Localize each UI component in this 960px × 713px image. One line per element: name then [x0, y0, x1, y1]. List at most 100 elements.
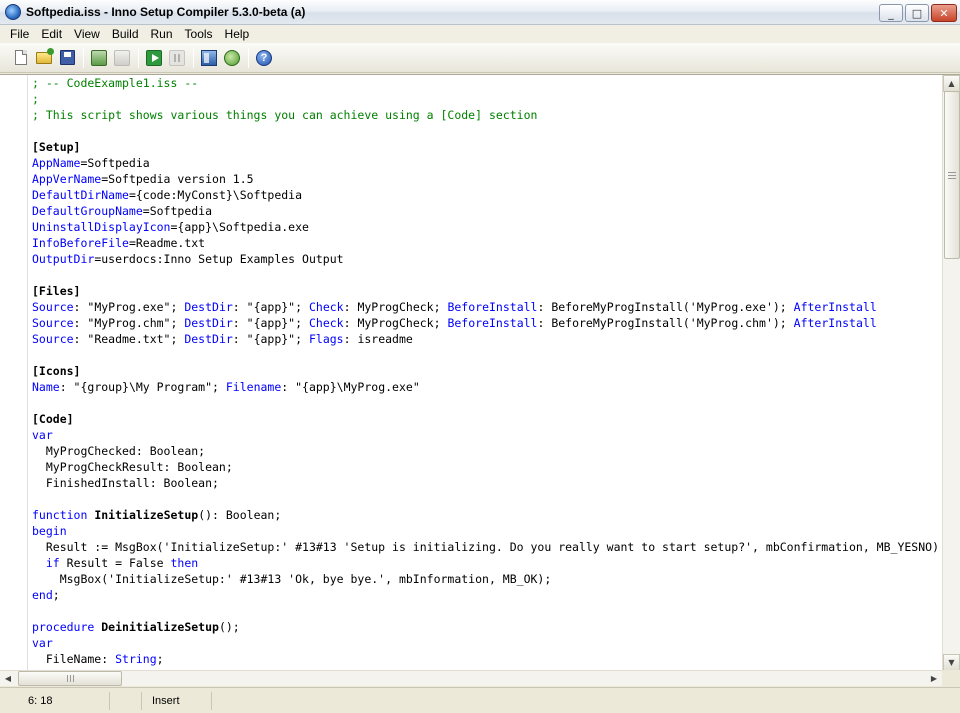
code-token: ();	[218, 620, 240, 634]
code-line[interactable]: begin	[32, 523, 938, 539]
target-setup-button[interactable]	[198, 47, 220, 69]
code-line[interactable]: MsgBox('InitializeSetup:' #13#13 'Ok, by…	[32, 571, 938, 587]
menu-edit[interactable]: Edit	[35, 25, 68, 43]
code-line[interactable]: [Files]	[32, 283, 938, 299]
scroll-down-button[interactable]: ▼	[943, 654, 960, 671]
help-button[interactable]: ?	[253, 47, 275, 69]
code-line[interactable]: [Code]	[32, 411, 938, 427]
code-line[interactable]: DefaultGroupName=Softpedia	[32, 203, 938, 219]
code-line[interactable]	[32, 267, 938, 283]
uninstall-button[interactable]	[221, 47, 243, 69]
compile-button[interactable]	[88, 47, 110, 69]
minimize-button[interactable]: _	[879, 4, 903, 22]
code-text-area[interactable]: ; -- CodeExample1.iss --; ; This script s…	[32, 75, 938, 671]
title-bar[interactable]: Softpedia.iss - Inno Setup Compiler 5.3.…	[0, 0, 960, 25]
run-button[interactable]	[143, 47, 165, 69]
code-token: DefaultGroupName	[32, 204, 143, 218]
code-line[interactable]: Source: "Readme.txt"; DestDir: "{app}"; …	[32, 331, 938, 347]
code-line[interactable]: Result := MsgBox('InitializeSetup:' #13#…	[32, 539, 938, 555]
menu-view[interactable]: View	[68, 25, 106, 43]
scroll-left-button[interactable]: ◀	[0, 671, 16, 686]
code-line[interactable]: FileName: String;	[32, 651, 938, 667]
code-token: Name	[32, 380, 60, 394]
code-line[interactable]: Source: "MyProg.exe"; DestDir: "{app}"; …	[32, 299, 938, 315]
code-line[interactable]: OutputDir=userdocs:Inno Setup Examples O…	[32, 251, 938, 267]
code-line[interactable]: end;	[32, 587, 938, 603]
code-line[interactable]	[32, 491, 938, 507]
code-token: Source	[32, 332, 74, 346]
code-line[interactable]: Source: "MyProg.chm"; DestDir: "{app}"; …	[32, 315, 938, 331]
code-line[interactable]: [Setup]	[32, 139, 938, 155]
code-line[interactable]: ; -- CodeExample1.iss --	[32, 75, 938, 91]
code-line[interactable]: UninstallDisplayIcon={app}\Softpedia.exe	[32, 219, 938, 235]
code-line[interactable]: ;	[32, 91, 938, 107]
code-line[interactable]: Name: "{group}\My Program"; Filename: "{…	[32, 379, 938, 395]
new-button[interactable]	[10, 47, 32, 69]
app-icon[interactable]	[5, 4, 21, 20]
close-button[interactable]: ✕	[931, 4, 957, 22]
stop-compile-button[interactable]	[111, 47, 133, 69]
code-token: ;	[32, 92, 39, 106]
code-line[interactable]: if Result = False then	[32, 555, 938, 571]
code-line[interactable]	[32, 603, 938, 619]
menu-run[interactable]: Run	[145, 25, 179, 43]
cursor-position: 6: 18	[0, 691, 110, 710]
window-controls: _ □ ✕	[879, 4, 957, 22]
code-line[interactable]	[32, 123, 938, 139]
vertical-scrollbar[interactable]: ▲ ▼	[942, 75, 960, 671]
code-line[interactable]: var	[32, 427, 938, 443]
menu-file[interactable]: File	[4, 25, 35, 43]
horizontal-scroll-thumb[interactable]	[18, 671, 122, 686]
code-token: : BeforeMyProgInstall('MyProg.exe');	[537, 300, 794, 314]
code-token: : BeforeMyProgInstall('MyProg.chm');	[537, 316, 794, 330]
code-line[interactable]: ; This script shows various things you c…	[32, 107, 938, 123]
scroll-right-button[interactable]: ▶	[926, 671, 942, 686]
code-token: Result = False	[59, 556, 171, 570]
code-token: InitializeSetup	[94, 508, 199, 522]
code-line[interactable]: AppVerName=Softpedia version 1.5	[32, 171, 938, 187]
code-line[interactable]: InfoBeforeFile=Readme.txt	[32, 235, 938, 251]
menu-build[interactable]: Build	[106, 25, 145, 43]
code-line[interactable]: procedure DeinitializeSetup();	[32, 619, 938, 635]
code-token: DestDir	[184, 332, 233, 346]
code-token: ={code:MyConst}\Softpedia	[128, 188, 303, 202]
open-button[interactable]	[33, 47, 55, 69]
code-token: OutputDir	[32, 252, 95, 266]
editor-gutter[interactable]	[0, 75, 28, 671]
code-line[interactable]: DefaultDirName={code:MyConst}\Softpedia	[32, 187, 938, 203]
code-line[interactable]: FinishedInstall: Boolean;	[32, 475, 938, 491]
code-line[interactable]	[32, 347, 938, 363]
code-token: ;	[156, 652, 164, 666]
horizontal-scrollbar[interactable]: ◀ ▶	[0, 670, 942, 686]
code-token: InfoBeforeFile	[32, 236, 129, 250]
code-token: DefaultDirName	[32, 188, 129, 202]
code-line[interactable]: AppName=Softpedia	[32, 155, 938, 171]
code-editor[interactable]: ; -- CodeExample1.iss --; ; This script s…	[0, 74, 960, 686]
window-title: Softpedia.iss - Inno Setup Compiler 5.3.…	[26, 5, 306, 19]
maximize-button[interactable]: □	[905, 4, 929, 22]
code-token: : "MyProg.chm";	[73, 316, 185, 330]
pause-button[interactable]	[166, 47, 188, 69]
code-line[interactable]: function InitializeSetup(): Boolean;	[32, 507, 938, 523]
code-token: =userdocs:Inno Setup Examples Output	[94, 252, 344, 266]
save-button[interactable]	[56, 47, 78, 69]
pause-icon	[169, 49, 185, 66]
code-token: then	[170, 556, 199, 570]
code-line[interactable]	[32, 395, 938, 411]
save-icon	[59, 50, 75, 65]
code-line[interactable]: [Icons]	[32, 363, 938, 379]
code-token: MsgBox('InitializeSetup:' #13#13 'Ok, by…	[32, 572, 552, 586]
scroll-up-button[interactable]: ▲	[943, 75, 960, 92]
code-token: Flags	[308, 332, 344, 346]
menu-tools[interactable]: Tools	[179, 25, 219, 43]
code-line[interactable]: MyProgCheckResult: Boolean;	[32, 459, 938, 475]
code-token: MyProgCheckResult: Boolean;	[32, 460, 233, 474]
code-line[interactable]: MyProgChecked: Boolean;	[32, 443, 938, 459]
code-token: DestDir	[184, 316, 233, 330]
code-line[interactable]: var	[32, 635, 938, 651]
menu-help[interactable]: Help	[219, 25, 256, 43]
vertical-scroll-thumb[interactable]	[944, 91, 960, 259]
code-token: Filename	[225, 380, 282, 394]
scrollbar-corner	[942, 670, 960, 686]
